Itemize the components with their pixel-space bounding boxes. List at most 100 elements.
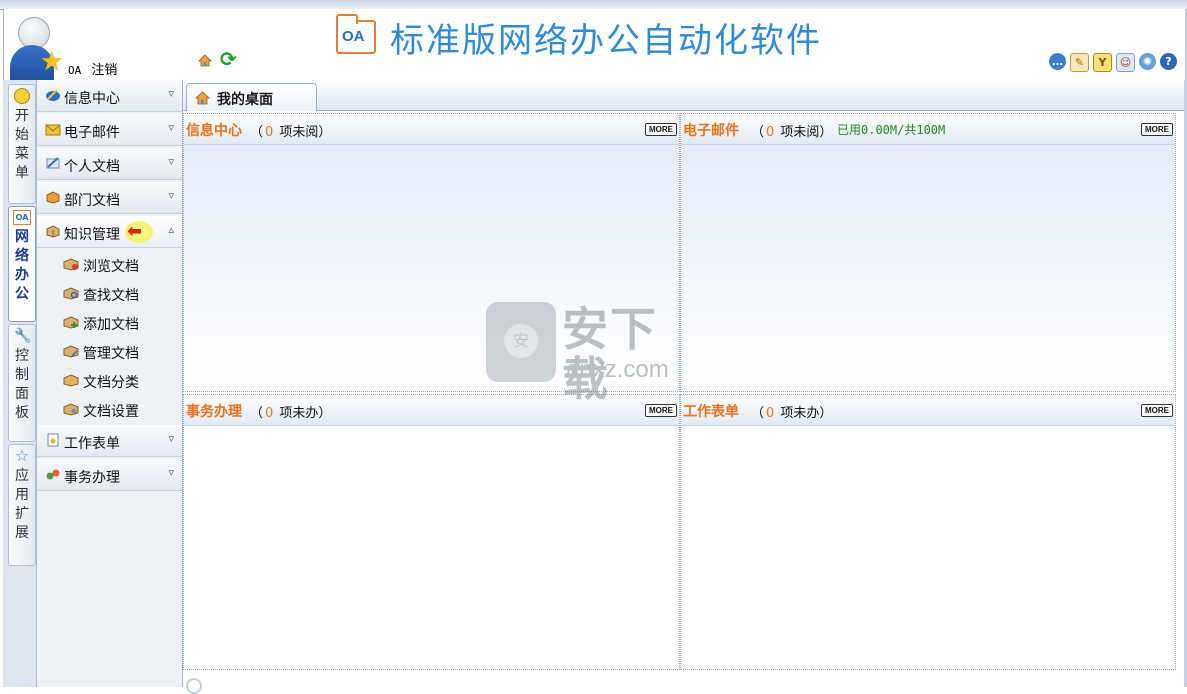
personal-doc-icon xyxy=(46,157,60,169)
star-icon: ★ xyxy=(40,47,64,77)
star-icon: ☆ xyxy=(14,446,30,465)
sidebar-menu-affairs[interactable]: 事务办理 ▿ xyxy=(37,459,182,491)
sidebar-menu-info-center[interactable]: 信息中心 ▿ xyxy=(37,80,182,112)
yen-icon[interactable]: Y xyxy=(1093,53,1112,72)
panel-body xyxy=(681,426,1175,669)
more-button[interactable]: MORE xyxy=(1141,404,1173,417)
more-button[interactable]: MORE xyxy=(645,404,677,417)
panel-count: （0 项未办） xyxy=(751,406,833,421)
panel-body xyxy=(681,145,1175,391)
tab-my-desktop[interactable]: 我的桌面 xyxy=(186,83,317,111)
logout-link[interactable]: 注销 xyxy=(91,63,117,78)
panel-header: 信息中心 （0 项未阅） MORE xyxy=(184,114,679,145)
sidebar-menu-dept-docs[interactable]: 部门文档 ▿ xyxy=(37,182,182,214)
sidebar-sub-doc-category[interactable]: 文档分类 xyxy=(37,366,182,395)
vtab-label: 开始菜单 xyxy=(15,108,29,181)
chevron-down-icon: ▿ xyxy=(168,87,174,100)
menu-label: 个人文档 xyxy=(64,159,120,175)
chevron-down-icon: ▿ xyxy=(168,155,174,168)
menu-label: 部门文档 xyxy=(64,193,120,209)
wrench-icon: 🔧 xyxy=(14,328,32,344)
vtab-network-office[interactable]: OA 网络办公 xyxy=(8,206,36,322)
panel-work-forms: 工作表单 （0 项未办） MORE xyxy=(680,394,1176,670)
panel-title[interactable]: 信息中心 xyxy=(186,120,242,140)
sidebar-menu-work-forms[interactable]: 工作表单 ▿ xyxy=(37,425,182,457)
menu-label: 工作表单 xyxy=(64,436,120,452)
vtab-control-panel[interactable]: 🔧 控制面板 xyxy=(8,324,36,442)
add-doc-icon xyxy=(63,316,79,329)
panel-title[interactable]: 电子邮件 xyxy=(683,120,739,140)
sidebar-menu-email[interactable]: 电子邮件 ▿ xyxy=(37,114,182,146)
panel-count: （0 项未阅） xyxy=(751,125,833,140)
panel-email: 电子邮件 （0 项未阅） 已用0.00M/共100M MORE xyxy=(680,113,1176,392)
sidebar-menu-knowledge[interactable]: 知识管理 ⬅ ▵ xyxy=(37,216,182,248)
knowledge-icon xyxy=(46,225,60,238)
watermark-shield-icon xyxy=(486,302,556,382)
chevron-up-icon: ▵ xyxy=(168,223,174,236)
vtab-label: 应用扩展 xyxy=(15,468,29,541)
sub-label: 浏览文档 xyxy=(83,259,139,275)
sidebar-menu-personal-docs[interactable]: 个人文档 ▿ xyxy=(37,148,182,180)
highlight-arrow-icon: ⬅ xyxy=(125,221,153,243)
oa-logo-icon: OA xyxy=(336,14,376,54)
sub-label: 管理文档 xyxy=(83,346,139,362)
vtab-app-extension[interactable]: ☆ 应用扩展 xyxy=(8,444,36,566)
contacts-icon[interactable]: ☺ xyxy=(1116,53,1135,72)
more-button[interactable]: MORE xyxy=(1141,123,1173,136)
sidebar-sub-manage-docs[interactable]: 管理文档 xyxy=(37,337,182,366)
refresh-icon[interactable]: ⟳ xyxy=(220,49,237,69)
more-button[interactable]: MORE xyxy=(645,123,677,136)
panel-title[interactable]: 工作表单 xyxy=(683,401,739,421)
username: OA xyxy=(68,64,82,77)
menu-label: 信息中心 xyxy=(64,91,120,107)
header-toolbar: … ✎ Y ☺ ✺ ? xyxy=(1049,53,1177,72)
sub-label: 添加文档 xyxy=(83,317,139,333)
sidebar-sub-browse-docs[interactable]: 浏览文档 xyxy=(37,250,182,279)
chat-icon[interactable]: … xyxy=(1049,53,1066,70)
tab-bar: 我的桌面 xyxy=(183,80,1184,111)
sidebar-sub-find-docs[interactable]: 查找文档 xyxy=(37,279,182,308)
email-quota: 已用0.00M/共100M xyxy=(837,123,946,137)
home-icon[interactable] xyxy=(198,54,212,67)
desktop-icon xyxy=(195,91,210,105)
sidebar: 信息中心 ▿ 电子邮件 ▿ 个人文档 ▿ 部门文档 ▿ 知识管理 ⬅ ▵ 浏览文… xyxy=(37,80,183,687)
affairs-icon xyxy=(46,469,60,480)
dept-doc-icon xyxy=(46,191,60,204)
work-form-icon xyxy=(47,433,59,447)
bulb-icon xyxy=(14,88,30,104)
chevron-down-icon: ▿ xyxy=(168,466,174,479)
sidebar-sub-add-docs[interactable]: 添加文档 xyxy=(37,308,182,337)
panel-title[interactable]: 事务办理 xyxy=(186,401,242,421)
app-title: OA 标准版网络办公自动化软件 xyxy=(336,14,822,61)
panel-header: 电子邮件 （0 项未阅） 已用0.00M/共100M MORE xyxy=(681,114,1175,145)
panel-count: （0 项未阅） xyxy=(250,125,332,140)
sidebar-sub-doc-settings[interactable]: 文档设置 xyxy=(37,395,182,424)
info-center-icon xyxy=(46,89,60,101)
gear-icon xyxy=(186,678,202,694)
watermark-text: 安下载 xyxy=(562,302,658,406)
edit-icon[interactable]: ✎ xyxy=(1070,53,1089,72)
vtab-label: 控制面板 xyxy=(15,348,29,421)
sub-label: 查找文档 xyxy=(83,288,139,304)
chevron-down-icon: ▿ xyxy=(168,121,174,134)
vtab-start-menu[interactable]: 开始菜单 xyxy=(8,84,36,204)
panel-count: （0 项未办） xyxy=(250,406,332,421)
watermark-domain: anxz.com xyxy=(566,356,669,383)
panel-body xyxy=(184,426,679,669)
help-icon[interactable]: ? xyxy=(1160,53,1177,70)
browse-doc-icon xyxy=(63,258,79,271)
settings-icon[interactable]: ✺ xyxy=(1139,53,1156,70)
doc-settings-icon xyxy=(63,403,79,416)
watermark: 安下载 anxz.com xyxy=(486,302,704,404)
menu-label: 事务办理 xyxy=(64,470,120,486)
menu-label: 知识管理 xyxy=(64,227,120,243)
tab-label: 我的桌面 xyxy=(217,92,273,108)
menu-label: 电子邮件 xyxy=(64,125,120,141)
app-title-text: 标准版网络办公自动化软件 xyxy=(390,20,822,61)
panel-affairs: 事务办理 （0 项未办） MORE xyxy=(183,394,680,670)
vtab-label: 网络办公 xyxy=(15,229,29,302)
app-header: ★ OA 注销 ⟳ OA 标准版网络办公自动化软件 … ✎ Y ☺ ✺ ? xyxy=(3,9,1185,81)
sub-label: 文档分类 xyxy=(83,375,139,391)
chevron-down-icon: ▿ xyxy=(168,432,174,445)
chevron-down-icon: ▿ xyxy=(168,189,174,202)
